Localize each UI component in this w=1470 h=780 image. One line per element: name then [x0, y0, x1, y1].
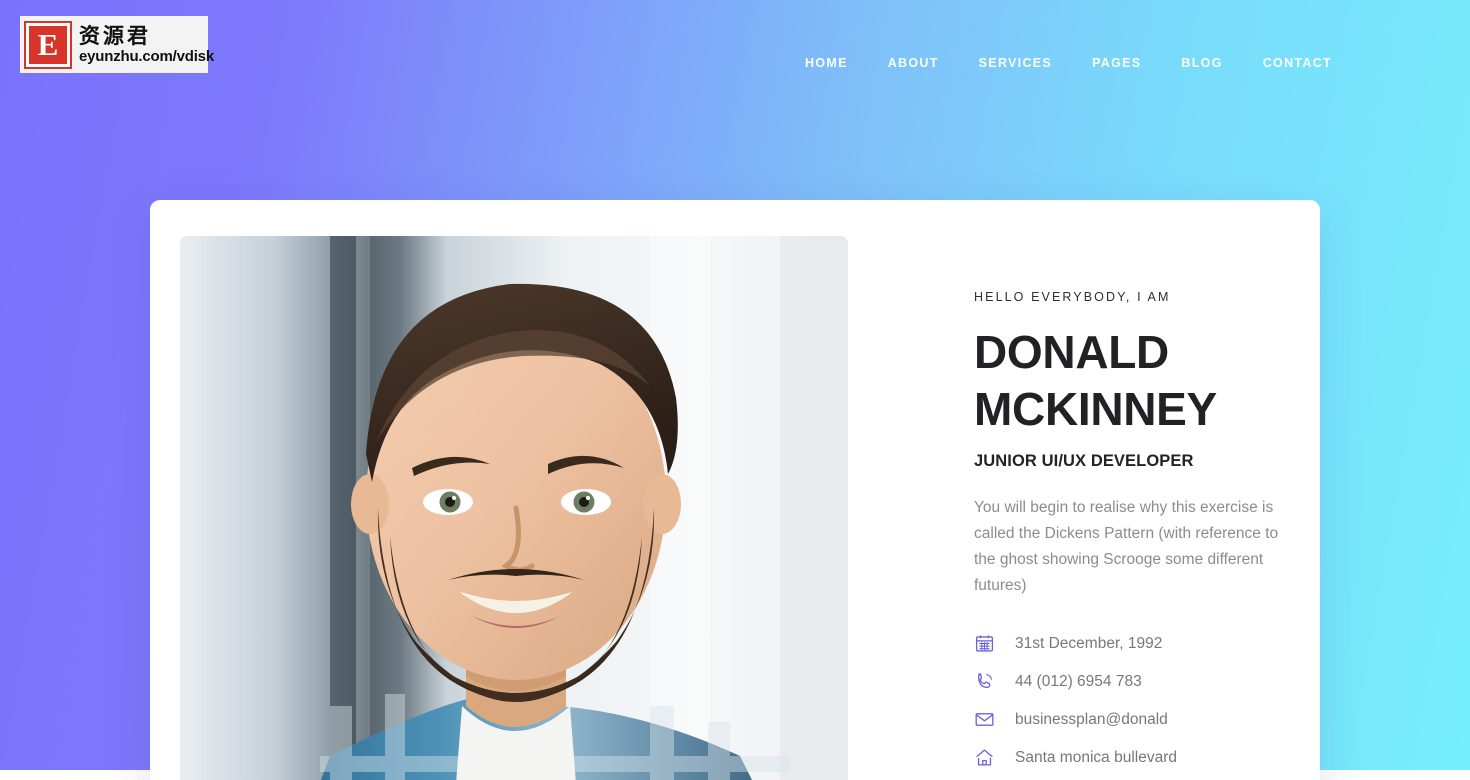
page-title: DONALD MCKINNEY — [974, 326, 1217, 435]
contact-value-birthday: 31st December, 1992 — [1015, 634, 1163, 652]
nav-item-home[interactable]: HOME — [785, 50, 868, 76]
watermark-url-text: eyunzhu.com/vdisk — [79, 47, 214, 65]
page-root: TME HOME ABOUT SERVICES PAGES BLOG CONTA… — [0, 0, 1470, 780]
contact-row-birthday[interactable]: 31st December, 1992 — [974, 633, 1290, 654]
phone-icon — [974, 671, 995, 692]
job-title: JUNIOR UI/UX DEVELOPER — [974, 452, 1194, 470]
nav-item-contact[interactable]: CONTACT — [1243, 50, 1352, 76]
contact-value-phone: 44 (012) 6954 783 — [1015, 672, 1142, 690]
nav-item-blog[interactable]: BLOG — [1161, 50, 1242, 76]
watermark-brand-text: 资源君 — [79, 23, 151, 48]
contact-row-address[interactable]: Santa monica bullevard — [974, 747, 1290, 768]
nav-item-pages[interactable]: PAGES — [1072, 50, 1161, 76]
home-icon — [974, 747, 995, 768]
profile-photo — [180, 236, 848, 780]
contact-value-email: businessplan@donald — [1015, 710, 1168, 728]
contact-list: 31st December, 1992 44 (012) 6954 783 bu… — [974, 633, 1290, 768]
contact-row-phone[interactable]: 44 (012) 6954 783 — [974, 671, 1290, 692]
portrait-illustration — [180, 236, 848, 780]
hero-eyebrow: HELLO EVERYBODY, I AM — [974, 290, 1171, 304]
envelope-icon — [974, 709, 995, 730]
profile-card: HELLO EVERYBODY, I AM DONALD MCKINNEY JU… — [150, 200, 1320, 780]
nav-item-services[interactable]: SERVICES — [959, 50, 1072, 76]
watermark-overlay: E 资源君 eyunzhu.com/vdisk — [20, 16, 214, 73]
profile-description: You will begin to realise why this exerc… — [974, 499, 1279, 594]
watermark-logo-icon: E — [24, 20, 72, 69]
contact-value-address: Santa monica bullevard — [1015, 748, 1177, 766]
profile-details: HELLO EVERYBODY, I AM DONALD MCKINNEY JU… — [848, 236, 1290, 780]
calendar-icon — [974, 633, 995, 654]
top-navigation-bar: TME HOME ABOUT SERVICES PAGES BLOG CONTA… — [0, 0, 1470, 120]
main-nav: HOME ABOUT SERVICES PAGES BLOG CONTACT — [785, 50, 1352, 76]
nav-item-about[interactable]: ABOUT — [868, 50, 959, 76]
contact-row-email[interactable]: businessplan@donald — [974, 709, 1290, 730]
